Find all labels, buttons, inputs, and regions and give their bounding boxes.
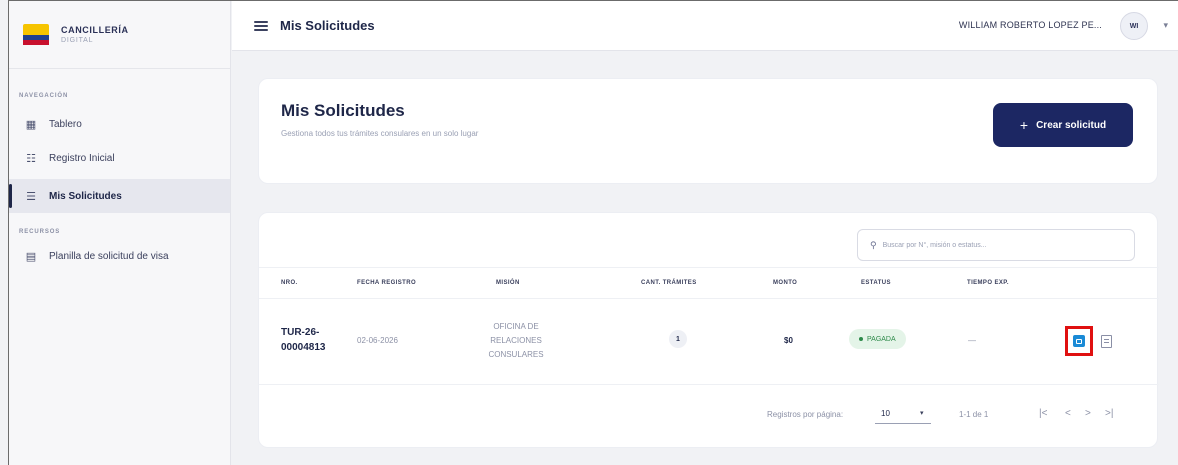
flag-logo-icon xyxy=(23,23,49,46)
cell-mision: OFICINA DE RELACIONES CONSULARES xyxy=(488,322,544,359)
requests-table-card: ⚲ Buscar por N°, misión o estatus... NRO… xyxy=(258,212,1159,448)
header-card: Mis Solicitudes Gestiona todos tus trámi… xyxy=(258,78,1158,184)
sidebar-item-registro-inicial[interactable]: ☷ Registro Inicial xyxy=(9,141,230,175)
search-input[interactable]: ⚲ Buscar por N°, misión o estatus... xyxy=(857,229,1135,261)
create-request-button[interactable]: + Crear solicitud xyxy=(993,103,1133,147)
cell-tiempo: — xyxy=(968,336,976,345)
status-badge: PAGADA xyxy=(849,329,906,349)
sidebar-item-tablero[interactable]: ▦ Tablero xyxy=(9,107,230,141)
col-tiempo: TIEMPO EXP. xyxy=(967,280,1009,286)
col-estatus: ESTATUS xyxy=(861,280,891,286)
hamburger-menu-icon[interactable] xyxy=(254,20,268,31)
first-page-icon[interactable]: |< xyxy=(1039,408,1047,419)
sidebar-item-label: Mis Solicitudes xyxy=(49,190,122,202)
document-icon[interactable] xyxy=(1101,335,1112,348)
pagination: Registros por página: 10 ▾ 1-1 de 1 |< <… xyxy=(259,399,1159,429)
col-cant: CANT. TRÁMITES xyxy=(641,280,697,286)
brand-title: CANCILLERÍA xyxy=(61,25,129,35)
brand[interactable]: CANCILLERÍA DIGITAL xyxy=(9,1,230,69)
chevron-down-icon[interactable]: ▾ xyxy=(920,409,924,417)
cell-nro: TUR-26- 00004813 xyxy=(281,327,326,353)
header-title: Mis Solicitudes xyxy=(281,101,405,120)
search-placeholder: Buscar por N°, misión o estatus... xyxy=(882,241,987,249)
col-mision: MISIÓN xyxy=(496,280,520,286)
sidebar-item-label: Registro Inicial xyxy=(49,152,115,164)
dashboard-icon: ▦ xyxy=(25,118,37,131)
brand-subtitle: DIGITAL xyxy=(61,37,94,44)
sidebar: CANCILLERÍA DIGITAL NAVEGACIÓN ▦ Tablero… xyxy=(9,1,231,465)
table-row[interactable]: TUR-26- 00004813 02-06-2026 OFICINA DE R… xyxy=(259,299,1159,385)
page-range: 1-1 de 1 xyxy=(959,410,989,419)
topbar: Mis Solicitudes WILLIAM ROBERTO LOPEZ PE… xyxy=(232,1,1178,51)
highlight-box xyxy=(1065,326,1093,356)
cell-cant-badge: 1 xyxy=(669,330,687,348)
create-request-label: Crear solicitud xyxy=(1036,119,1107,131)
registro-icon: ☷ xyxy=(26,152,36,165)
col-nro: NRO. xyxy=(281,280,298,286)
user-name[interactable]: WILLIAM ROBERTO LOPEZ PE... xyxy=(959,20,1102,30)
last-page-icon[interactable]: >| xyxy=(1105,408,1113,419)
prev-page-icon[interactable]: < xyxy=(1065,408,1071,419)
header-subtitle: Gestiona todos tus trámites consulares e… xyxy=(281,129,479,138)
status-dot-icon xyxy=(859,337,863,341)
next-page-icon[interactable]: > xyxy=(1085,408,1091,419)
page-size-select[interactable]: 10 xyxy=(881,409,890,418)
sidebar-item-label: Tablero xyxy=(49,118,82,130)
search-icon: ⚲ xyxy=(870,239,877,250)
col-fecha: FECHA REGISTRO xyxy=(357,280,417,286)
cell-monto: $0 xyxy=(784,336,793,345)
cell-fecha: 02-06-2026 xyxy=(357,336,398,345)
chevron-down-icon[interactable]: ▾ xyxy=(1163,20,1168,31)
plus-icon: + xyxy=(1019,117,1029,133)
page-title: Mis Solicitudes xyxy=(280,18,375,33)
select-underline xyxy=(875,423,931,424)
sidebar-item-planilla-visa[interactable]: ▤ Planilla de solicitud de visa xyxy=(9,239,230,273)
sidebar-item-mis-solicitudes[interactable]: ☰ Mis Solicitudes xyxy=(9,179,230,213)
sidebar-item-label: Planilla de solicitud de visa xyxy=(49,250,169,262)
col-monto: MONTO xyxy=(773,280,798,286)
table-header: NRO. FECHA REGISTRO MISIÓN CANT. TRÁMITE… xyxy=(259,267,1159,299)
avatar[interactable]: WI xyxy=(1120,12,1148,40)
document-icon: ▤ xyxy=(25,250,37,263)
list-icon: ☰ xyxy=(26,190,36,203)
page-size-label: Registros por página: xyxy=(767,410,844,419)
